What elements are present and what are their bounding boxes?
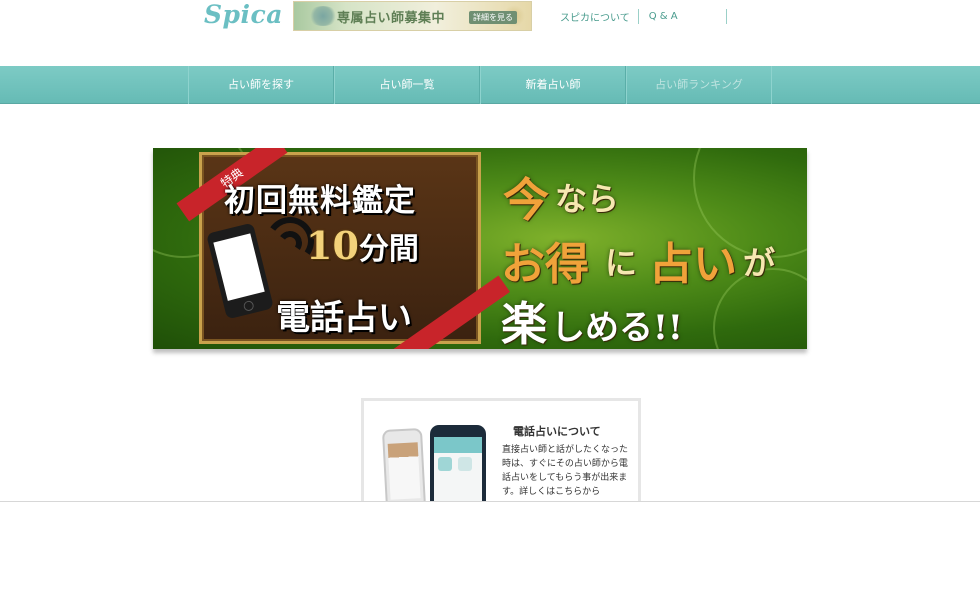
- slogan-otoku: お得: [501, 239, 589, 290]
- link-qa[interactable]: Q & A: [649, 11, 686, 22]
- flower-decoration-icon: [308, 6, 338, 26]
- info-card-text: 直接占い師と話がしたくなった時は、すぐにその占い師から電話占いをしてもらう事が出…: [502, 445, 629, 497]
- nav-item-new[interactable]: 新着占い師: [480, 66, 626, 104]
- phone-reading-info-card[interactable]: 電話占いについて 直接占い師と話がしたくなった時は、すぐにその占い師から電話占い…: [361, 398, 641, 508]
- recruit-details-button[interactable]: 詳細を見る: [469, 11, 517, 24]
- slogan-now: 今: [503, 173, 549, 227]
- recruit-banner[interactable]: 専属占い師募集中 詳細を見る: [293, 1, 532, 31]
- blank-area: [0, 502, 980, 598]
- header-links: スピカについて Q & A: [560, 9, 727, 24]
- page: Spica 専属占い師募集中 詳細を見る スピカについて Q & A 占い師を探…: [0, 0, 980, 598]
- nav-item-search[interactable]: 占い師を探す: [188, 66, 334, 104]
- promo-title: 初回無料鑑定: [224, 183, 416, 219]
- link-separator: [725, 9, 727, 24]
- smartphone-image: [430, 425, 486, 508]
- slogan-uranai: 占い: [649, 239, 737, 290]
- link-about[interactable]: スピカについて: [560, 9, 638, 24]
- nav-item-list[interactable]: 占い師一覧: [334, 66, 480, 104]
- site-logo[interactable]: Spica: [204, 0, 283, 29]
- smartphone-image: [381, 428, 427, 508]
- recruit-banner-text: 専属占い師募集中: [337, 11, 446, 26]
- slogan-nara: なら: [555, 180, 620, 218]
- slogan-tano: 楽: [501, 297, 547, 349]
- slogan-ga: が: [743, 244, 776, 282]
- nav-item-ranking[interactable]: 占い師ランキング: [626, 66, 772, 104]
- smartphone-icon: [206, 222, 274, 320]
- promo-panel: 特典 初回無料鑑定 10分間 電話占い: [176, 148, 510, 349]
- free-reading-banner[interactable]: 特典 初回無料鑑定 10分間 電話占い 今 なら お得 に 占い が 楽 しめる…: [153, 148, 807, 349]
- global-nav: 占い師を探す 占い師一覧 新着占い師 占い師ランキング: [0, 66, 980, 104]
- info-card-title: 電話占いについて: [513, 425, 601, 438]
- slogan-ni: に: [605, 244, 638, 282]
- slogan-shimeru: しめる!!: [551, 308, 683, 348]
- promo-minutes: 10分間: [306, 223, 419, 268]
- link-separator: [637, 9, 639, 24]
- promo-subtitle: 電話占い: [276, 298, 412, 338]
